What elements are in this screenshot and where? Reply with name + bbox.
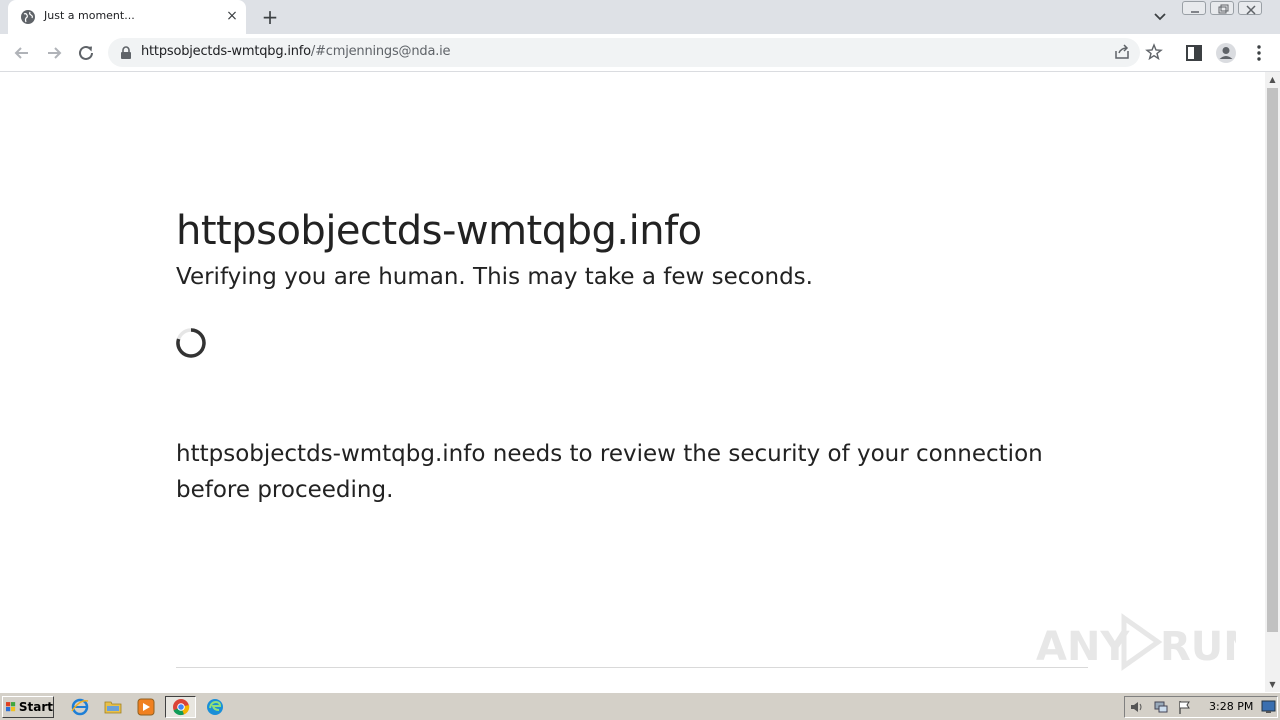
url-host: httpsobjectds-wmtqbg.info <box>141 44 311 59</box>
reload-icon[interactable] <box>74 41 98 65</box>
system-tray: 3:28 PM <box>1124 696 1278 718</box>
scroll-down-arrow-icon[interactable]: ▼ <box>1265 677 1280 692</box>
volume-icon[interactable] <box>1129 699 1145 715</box>
side-panel-icon[interactable] <box>1183 42 1205 64</box>
anyrun-watermark-logo: ANY RUN <box>1036 613 1236 671</box>
network-icon[interactable] <box>1153 699 1169 715</box>
profile-avatar-icon[interactable] <box>1215 42 1237 64</box>
security-review-paragraph: httpsobjectds-wmtqbg.info needs to revie… <box>176 441 1043 503</box>
star-icon[interactable] <box>1145 43 1163 61</box>
chrome-icon <box>173 699 190 716</box>
edge-icon[interactable] <box>206 698 224 716</box>
lock-icon[interactable] <box>120 46 132 59</box>
close-window-button[interactable] <box>1238 1 1262 15</box>
clock[interactable]: 3:28 PM <box>1209 700 1253 713</box>
watermark-text-left: ANY <box>1036 624 1130 670</box>
address-bar[interactable]: httpsobjectds-wmtqbg.info/#cmjennings@nd… <box>108 38 1163 67</box>
chevron-down-icon[interactable] <box>1150 8 1170 26</box>
media-player-icon[interactable] <box>137 698 155 716</box>
start-button[interactable]: Start <box>2 696 54 718</box>
vertical-scrollbar[interactable]: ▲ ▼ <box>1265 72 1280 692</box>
show-desktop-icon[interactable] <box>1261 700 1276 714</box>
internet-explorer-icon[interactable] <box>71 698 89 716</box>
windows-logo-icon <box>6 702 16 712</box>
back-icon[interactable] <box>10 41 34 65</box>
restore-icon <box>1218 4 1229 14</box>
browser-toolbar: httpsobjectds-wmtqbg.info/#cmjennings@nd… <box>0 34 1280 72</box>
share-icon[interactable] <box>1113 43 1131 61</box>
url-fragment: /#cmjennings@nda.ie <box>310 44 451 59</box>
tab-strip: Just a moment... × + <box>0 0 1280 34</box>
forward-icon[interactable] <box>42 41 66 65</box>
windows-taskbar: Start 3:28 PM <box>0 692 1280 720</box>
loading-spinner-icon <box>176 328 206 358</box>
tab-title: Just a moment... <box>44 9 135 22</box>
page-content: httpsobjectds-wmtqbg.info Verifying you … <box>0 72 1265 692</box>
window-controls <box>1182 1 1278 17</box>
page-title: httpsobjectds-wmtqbg.info <box>176 208 702 254</box>
tab-close-button[interactable]: × <box>224 8 240 24</box>
verification-message: Verifying you are human. This may take a… <box>176 264 813 290</box>
browser-tab[interactable]: Just a moment... × <box>8 0 246 34</box>
new-tab-button[interactable]: + <box>259 6 281 28</box>
restore-button[interactable] <box>1210 1 1234 15</box>
close-icon <box>1246 5 1256 15</box>
flag-icon[interactable] <box>1177 699 1193 715</box>
scroll-thumb[interactable] <box>1267 88 1278 632</box>
minimize-icon <box>1191 11 1199 13</box>
menu-kebab-icon[interactable] <box>1248 42 1270 64</box>
globe-icon <box>21 10 35 24</box>
chrome-taskbar-button[interactable] <box>165 696 196 718</box>
watermark-text-right: RUN <box>1160 624 1236 670</box>
footer-divider <box>176 667 1088 668</box>
url-text[interactable]: httpsobjectds-wmtqbg.info/#cmjennings@nd… <box>141 44 451 59</box>
minimize-button[interactable] <box>1182 1 1206 15</box>
file-explorer-icon[interactable] <box>104 698 122 716</box>
scroll-up-arrow-icon[interactable]: ▲ <box>1265 72 1280 87</box>
start-label: Start <box>18 700 53 714</box>
